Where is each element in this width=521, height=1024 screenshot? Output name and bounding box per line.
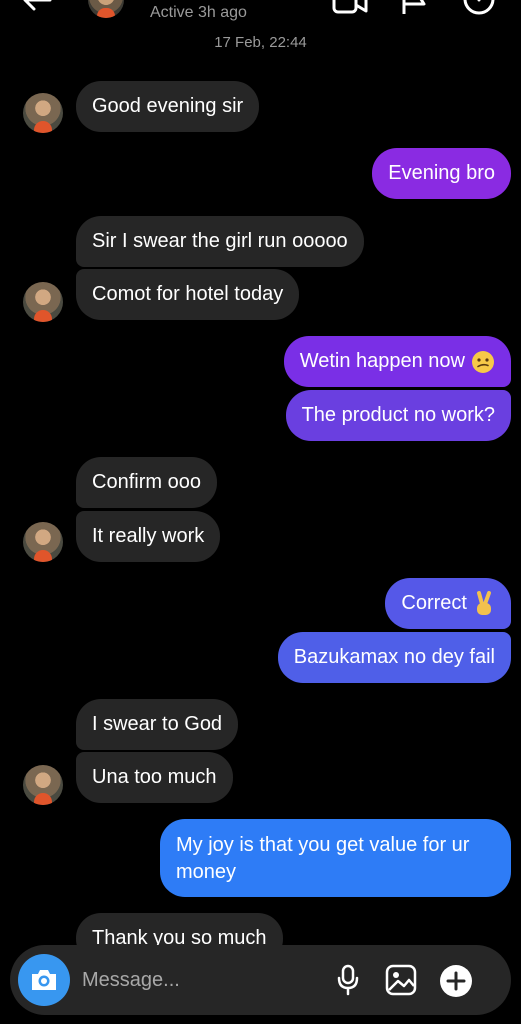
flag-icon[interactable] (400, 0, 428, 16)
outgoing-message[interactable]: My joy is that you get value for ur mone… (160, 819, 511, 897)
active-status: Active 3h ago (150, 4, 247, 21)
add-icon[interactable] (439, 964, 473, 998)
sender-avatar[interactable] (23, 282, 63, 322)
outgoing-message[interactable]: Wetin happen now (283, 336, 511, 387)
sender-avatar[interactable] (23, 93, 63, 133)
confused-face-emoji-icon (472, 350, 494, 373)
incoming-message[interactable]: Comot for hotel today (76, 269, 300, 320)
sender-avatar[interactable] (23, 522, 63, 562)
message-composer: Message... (10, 945, 511, 1015)
back-arrow-icon[interactable] (20, 0, 54, 18)
outgoing-message[interactable]: Bazukamax no dey fail (277, 632, 511, 683)
outgoing-message[interactable]: The product no work? (285, 390, 511, 441)
victory-hand-emoji-icon (477, 590, 491, 615)
video-call-icon[interactable] (332, 0, 368, 16)
camera-icon (32, 970, 56, 990)
incoming-message[interactable]: Una too much (76, 752, 233, 803)
sender-avatar[interactable] (23, 765, 63, 805)
gallery-icon[interactable] (385, 964, 417, 996)
message-timestamp: 17 Feb, 22:44 (214, 34, 307, 51)
incoming-message[interactable]: Confirm ooo (76, 457, 217, 508)
info-icon[interactable] (463, 0, 495, 16)
outgoing-message[interactable]: Correct (385, 578, 511, 629)
message-text: Correct (401, 592, 467, 614)
camera-button[interactable] (18, 954, 70, 1006)
message-input[interactable]: Message... (82, 969, 180, 992)
incoming-message[interactable]: I swear to God (76, 699, 239, 750)
incoming-message[interactable]: It really work (76, 511, 221, 562)
message-text: Wetin happen now (299, 350, 465, 372)
contact-avatar[interactable] (88, 0, 124, 18)
incoming-message[interactable]: Sir I swear the girl run ooooo (76, 216, 364, 267)
outgoing-message[interactable]: Evening bro (372, 148, 511, 199)
incoming-message[interactable]: Good evening sir (76, 81, 260, 132)
chat-header: Active 3h ago (0, 0, 521, 30)
microphone-icon[interactable] (336, 964, 360, 996)
